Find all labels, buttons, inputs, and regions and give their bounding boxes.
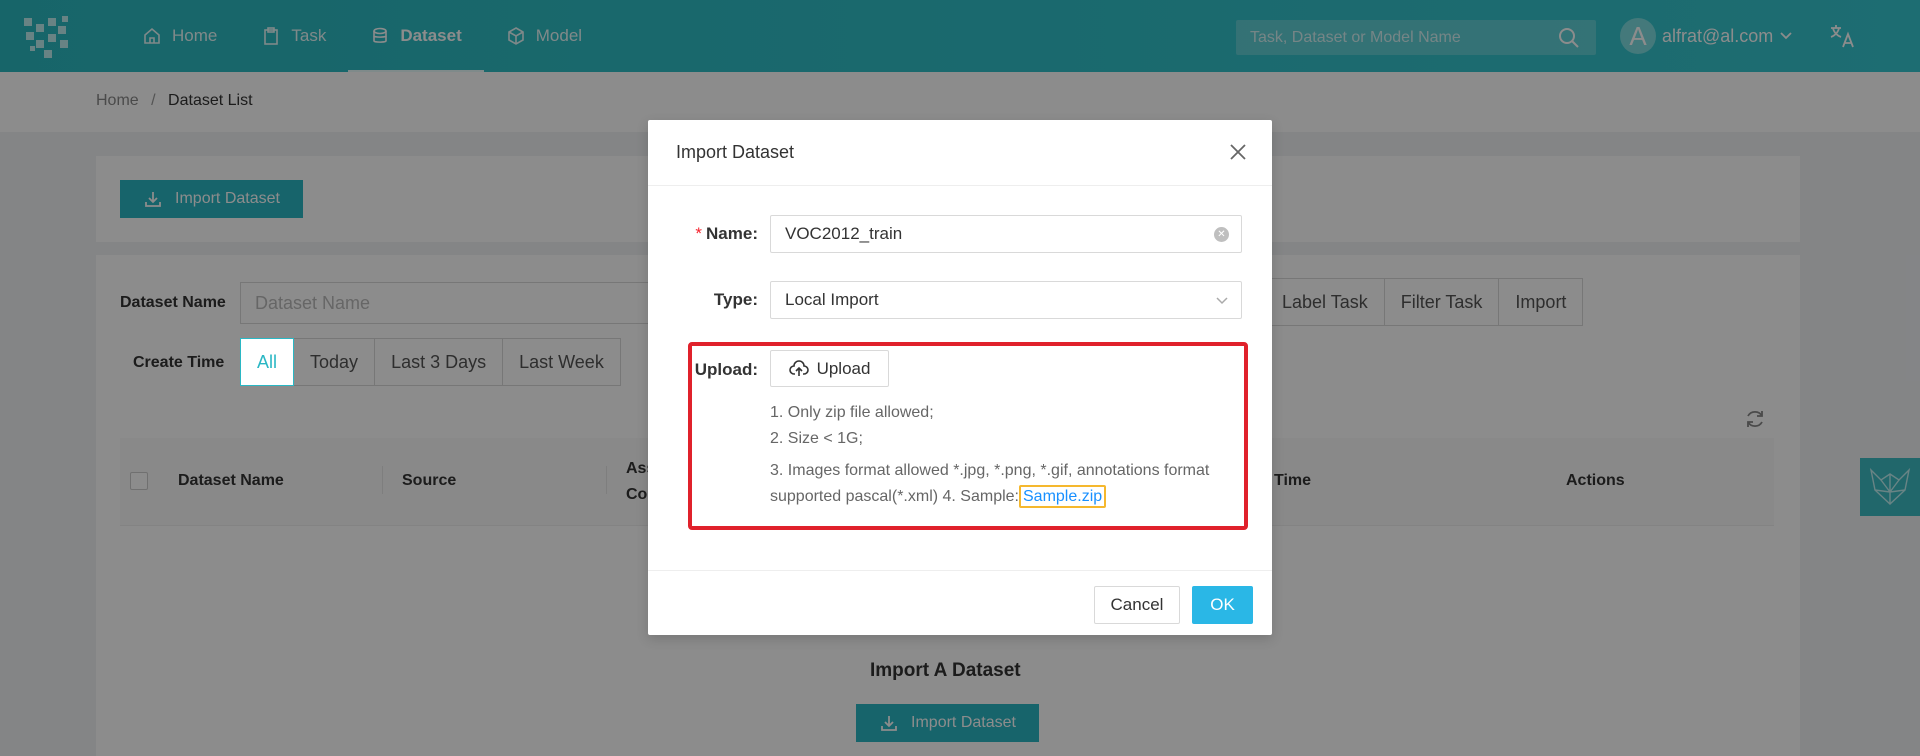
upload-hint-3: 3. Images format allowed *.jpg, *.png, *… bbox=[770, 458, 1244, 510]
upload-hint-2: 2. Size < 1G; bbox=[770, 430, 863, 447]
modal-title: Import Dataset bbox=[676, 142, 795, 162]
upload-field-label: Upload: bbox=[694, 360, 758, 379]
sample-zip-link[interactable]: Sample.zip bbox=[1019, 485, 1107, 508]
import-dataset-modal: Import Dataset * Name: VOC2012_train ✕ Ty… bbox=[648, 120, 1272, 635]
close-icon[interactable] bbox=[1228, 142, 1248, 162]
name-input[interactable]: VOC2012_train ✕ bbox=[770, 215, 1242, 253]
upload-button-label: Upload bbox=[816, 358, 871, 378]
name-label-text: Name bbox=[706, 224, 753, 243]
name-input-value: VOC2012_train bbox=[785, 224, 903, 243]
modal-header: Import Dataset bbox=[648, 120, 1272, 186]
upload-hint-1: 1. Only zip file allowed; bbox=[770, 404, 934, 421]
upload-label-text: Upload bbox=[694, 360, 753, 379]
clear-icon[interactable]: ✕ bbox=[1214, 227, 1229, 242]
type-select[interactable]: Local Import bbox=[770, 281, 1242, 319]
type-select-value: Local Import bbox=[785, 290, 879, 309]
chevron-down-icon bbox=[1216, 297, 1228, 305]
required-asterisk: * bbox=[695, 224, 703, 243]
upload-hint-3-text: 3. Images format allowed *.jpg, *.png, *… bbox=[770, 462, 1210, 505]
time-option-all[interactable]: All bbox=[240, 338, 295, 386]
name-field-label: * Name: bbox=[695, 224, 758, 243]
type-label-text: Type bbox=[713, 290, 753, 309]
cancel-button[interactable]: Cancel bbox=[1094, 586, 1180, 624]
type-field-label: Type: bbox=[713, 290, 758, 309]
upload-button[interactable]: Upload bbox=[770, 350, 889, 387]
ok-button[interactable]: OK bbox=[1192, 586, 1253, 624]
cloud-upload-icon bbox=[788, 359, 809, 376]
